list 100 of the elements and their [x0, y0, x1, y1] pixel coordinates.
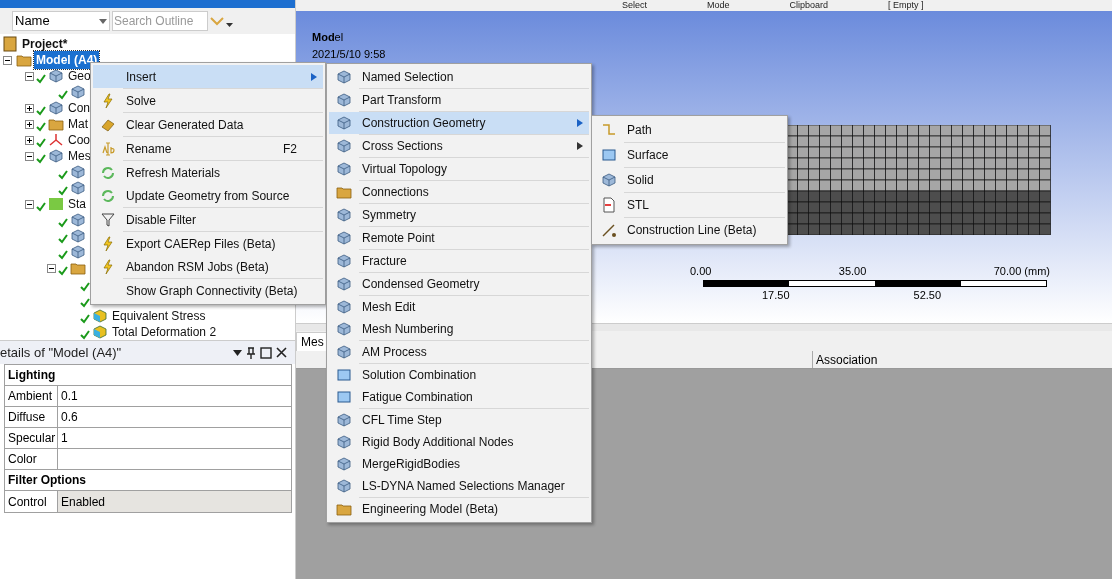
- lightning-icon: [100, 235, 116, 252]
- menu-item[interactable]: STL: [594, 193, 785, 217]
- menu-item[interactable]: Remote Point: [329, 227, 589, 249]
- folder-icon: [70, 260, 86, 276]
- cube-icon: [336, 230, 352, 246]
- tree-item[interactable]: Total Deformation 2: [110, 323, 219, 341]
- toolbar-label[interactable]: Mode: [707, 0, 730, 10]
- menu-item[interactable]: MergeRigidBodies: [329, 453, 589, 475]
- expand-icon[interactable]: [24, 135, 34, 145]
- model-title: Model: [312, 30, 345, 45]
- menu-item[interactable]: Fatigue Combination: [329, 386, 589, 408]
- project-icon: [2, 36, 18, 52]
- cube-icon: [336, 299, 352, 315]
- collapse-icon[interactable]: [24, 199, 34, 209]
- cube-icon: [48, 100, 64, 116]
- tree-item[interactable]: Mes: [66, 147, 93, 165]
- cube-icon: [336, 92, 352, 108]
- scale-label: 70.00 (mm): [993, 264, 1050, 279]
- menu-item[interactable]: Show Graph Connectivity (Beta): [93, 279, 323, 302]
- tree-item[interactable]: Con: [66, 99, 92, 117]
- collapse-icon[interactable]: [24, 151, 34, 161]
- menu-item[interactable]: AM Process: [329, 341, 589, 363]
- pin-icon[interactable]: [246, 346, 256, 359]
- menu-item[interactable]: Solve: [93, 89, 323, 112]
- analysis-icon: [48, 196, 64, 212]
- cube-icon: [48, 68, 64, 84]
- menu-item[interactable]: Abandon RSM Jobs (Beta): [93, 255, 323, 278]
- menu-item[interactable]: Fracture: [329, 250, 589, 272]
- details-title: etails of "Model (A4)": [0, 343, 122, 362]
- submenu-arrow-icon: [577, 142, 583, 150]
- menu-item[interactable]: LS-DYNA Named Selections Manager: [329, 475, 589, 497]
- cube-icon: [336, 138, 352, 154]
- menu-item[interactable]: Part Transform: [329, 89, 589, 111]
- close-icon[interactable]: [276, 347, 287, 358]
- menu-item[interactable]: Surface: [594, 143, 785, 167]
- tree-item[interactable]: Sta: [66, 195, 88, 213]
- menu-item[interactable]: Mesh Numbering: [329, 318, 589, 340]
- menu-item[interactable]: Path: [594, 118, 785, 142]
- property-value[interactable]: Enabled: [58, 491, 291, 512]
- menu-item[interactable]: Rename F2: [93, 137, 323, 160]
- scale-label: 52.50: [913, 287, 942, 303]
- menu-item[interactable]: Symmetry: [329, 204, 589, 226]
- toolbar-label[interactable]: [ Empty ]: [888, 0, 924, 10]
- menu-item[interactable]: Virtual Topology: [329, 158, 589, 180]
- collapse-icon[interactable]: [46, 263, 56, 273]
- scale-label: 17.50: [762, 287, 790, 303]
- menu-item[interactable]: Solid: [594, 168, 785, 192]
- tree-item[interactable]: Project*: [20, 35, 70, 53]
- menu-item[interactable]: Engineering Model (Beta): [329, 498, 589, 520]
- toolbar-label[interactable]: Select: [622, 0, 647, 10]
- cube-icon: [70, 180, 86, 196]
- tree-item[interactable]: Coo: [66, 131, 92, 149]
- result-icon: [92, 324, 108, 340]
- cube-icon: [336, 478, 352, 494]
- menu-item[interactable]: Update Geometry from Source: [93, 184, 323, 207]
- sort-dropdown[interactable]: Name: [12, 11, 110, 31]
- menu-item[interactable]: Named Selection: [329, 66, 589, 88]
- cube-icon: [601, 172, 617, 188]
- menu-item[interactable]: Solution Combination: [329, 364, 589, 386]
- menu-item[interactable]: Clear Generated Data: [93, 113, 323, 136]
- file-icon: [601, 197, 617, 213]
- scale-label: 35.00: [838, 264, 867, 279]
- menu-item[interactable]: Mesh Edit: [329, 296, 589, 318]
- menu-item[interactable]: Refresh Materials: [93, 161, 323, 184]
- menu-item[interactable]: Rigid Body Additional Nodes: [329, 431, 589, 453]
- menu-item[interactable]: Disable Filter: [93, 208, 323, 231]
- folder-icon: [16, 52, 32, 68]
- menu-item[interactable]: Construction Geometry: [329, 112, 589, 134]
- submenu-arrow-icon: [311, 72, 317, 81]
- panel-tab[interactable]: Mes: [296, 332, 329, 351]
- search-field[interactable]: Search Outline: [112, 11, 208, 31]
- menu-item[interactable]: CFL Time Step: [329, 409, 589, 431]
- collapse-icon[interactable]: [24, 71, 34, 81]
- lightning-icon: [100, 258, 116, 275]
- cube-icon: [336, 253, 352, 269]
- menu-item[interactable]: Construction Line (Beta): [594, 218, 785, 242]
- tree-item[interactable]: Mat: [66, 115, 90, 133]
- toolbar-label[interactable]: Clipboard: [789, 0, 829, 10]
- caret-icon: [99, 18, 107, 24]
- expand-icon[interactable]: [24, 103, 34, 113]
- menu-item[interactable]: Export CAERep Files (Beta): [93, 232, 323, 255]
- square-icon: [601, 147, 617, 163]
- cube-icon: [336, 456, 352, 472]
- collapse-icon[interactable]: [2, 55, 12, 65]
- maximize-icon[interactable]: [260, 346, 272, 359]
- tree-item[interactable]: Equivalent Stress: [110, 307, 208, 325]
- menu-item[interactable]: Cross Sections: [329, 135, 589, 157]
- cube-icon: [48, 148, 64, 164]
- caret-icon[interactable]: [226, 23, 233, 27]
- tree-item[interactable]: Geo: [66, 67, 93, 85]
- cube-icon: [70, 244, 86, 260]
- menu-item[interactable]: Connections: [329, 181, 589, 203]
- expand-icon[interactable]: [24, 119, 34, 129]
- caret-icon[interactable]: [233, 349, 242, 356]
- menu-item[interactable]: Insert: [93, 65, 323, 88]
- column-header: Association: [815, 352, 879, 368]
- folder-icon: [48, 116, 64, 132]
- refresh-icon: [100, 164, 116, 181]
- cube-icon: [336, 207, 352, 223]
- menu-item[interactable]: Condensed Geometry: [329, 273, 589, 295]
